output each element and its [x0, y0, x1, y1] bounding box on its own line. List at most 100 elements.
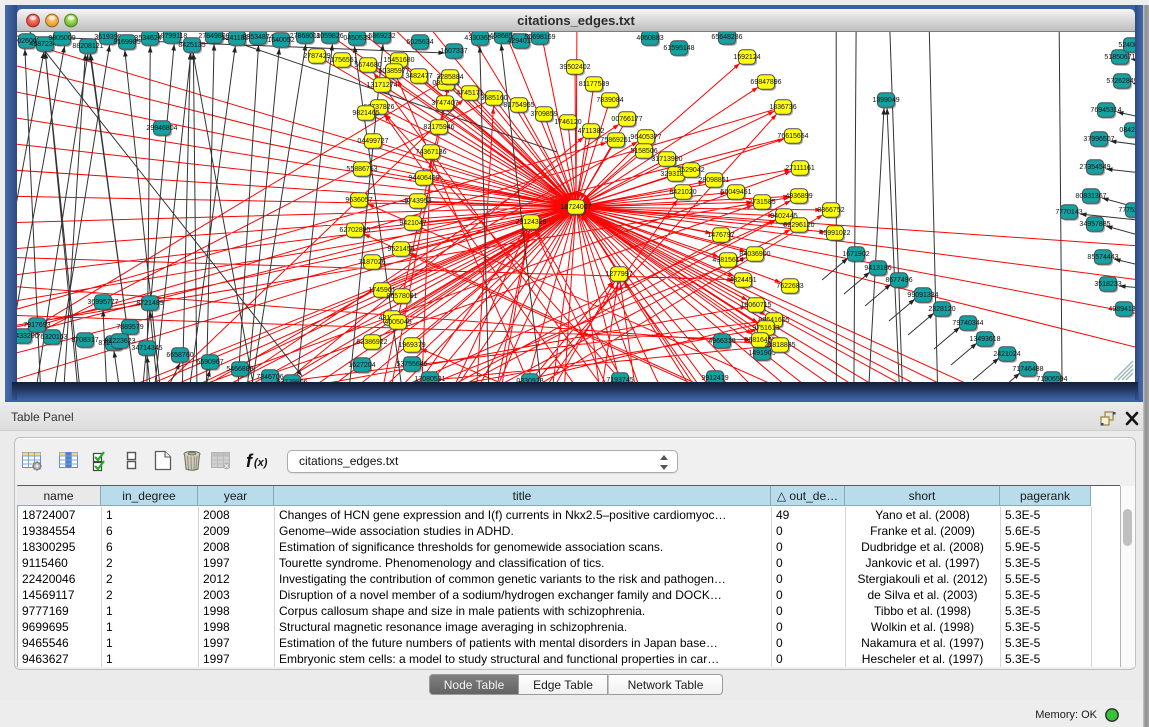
svg-text:02296120: 02296120	[783, 222, 814, 229]
svg-text:3709859: 3709859	[530, 111, 557, 118]
svg-text:17080531: 17080531	[414, 376, 445, 382]
svg-text:31713900: 31713900	[651, 156, 682, 163]
svg-text:3482477: 3482477	[405, 73, 432, 80]
svg-text:6025634: 6025634	[406, 39, 433, 46]
svg-text:04499727: 04499727	[357, 138, 388, 145]
svg-text:71756551: 71756551	[326, 57, 357, 64]
svg-text:f: f	[246, 451, 254, 471]
svg-text:84036900: 84036900	[739, 251, 770, 258]
svg-text:8366752: 8366752	[817, 207, 844, 214]
svg-text:65648236: 65648236	[711, 34, 742, 41]
svg-text:7770143: 7770143	[1055, 209, 1082, 216]
svg-text:43815614: 43815614	[712, 257, 743, 264]
svg-text:1671902: 1671902	[842, 251, 869, 258]
svg-text:18724007: 18724007	[560, 204, 591, 211]
svg-text:13171274: 13171274	[366, 82, 397, 89]
svg-text:27354549: 27354549	[1079, 164, 1110, 171]
svg-text:79740344: 79740344	[952, 320, 983, 327]
svg-text:8721489: 8721489	[136, 300, 163, 307]
svg-text:28098851: 28098851	[698, 177, 729, 184]
svg-text:55698169: 55698169	[524, 34, 555, 41]
svg-text:56049451: 56049451	[720, 189, 751, 196]
svg-text:3685160: 3685160	[480, 95, 507, 102]
svg-text:37996507: 37996507	[1083, 136, 1114, 143]
svg-text:1969379: 1969379	[398, 342, 425, 349]
svg-text:8059826: 8059826	[316, 33, 343, 40]
svg-text:34714345: 34714345	[131, 345, 162, 352]
svg-text:9413186: 9413186	[864, 265, 891, 272]
svg-text:75869261: 75869261	[600, 137, 631, 144]
svg-text:9743953: 9743953	[404, 198, 431, 205]
svg-text:1746120: 1746120	[554, 119, 581, 126]
svg-text:4324451: 4324451	[729, 277, 756, 284]
svg-text:49894134: 49894134	[1108, 306, 1135, 313]
svg-text:3518233: 3518233	[1094, 281, 1121, 288]
svg-text:1592124: 1592124	[733, 54, 760, 61]
svg-text:0450533: 0450533	[343, 35, 370, 42]
svg-text:4005045: 4005045	[384, 319, 411, 326]
svg-text:3747407: 3747407	[431, 100, 458, 107]
svg-text:8425135: 8425135	[178, 42, 205, 49]
svg-text:94406409: 94406409	[408, 175, 439, 182]
svg-text:77752047: 77752047	[1118, 207, 1135, 214]
svg-text:96405377: 96405377	[630, 134, 661, 141]
svg-text:1399049: 1399049	[872, 97, 899, 104]
svg-text:6658760: 6658760	[166, 352, 193, 359]
svg-text:16060715: 16060715	[740, 302, 771, 309]
svg-text:80831367: 80831367	[1075, 193, 1106, 200]
svg-text:36995777: 36995777	[87, 299, 118, 306]
svg-text:5158506: 5158506	[630, 148, 657, 155]
svg-text:9912419: 9912419	[701, 375, 728, 382]
svg-text:4060883: 4060883	[636, 35, 663, 42]
svg-text:81754965: 81754965	[503, 102, 534, 109]
svg-text:7839084: 7839084	[596, 97, 623, 104]
svg-text:13493618: 13493618	[969, 336, 1000, 343]
svg-text:85574443: 85574443	[1087, 254, 1118, 261]
svg-text:8421020: 8421020	[669, 189, 696, 196]
svg-text:(x): (x)	[254, 457, 268, 469]
svg-text:9421047: 9421047	[399, 220, 426, 227]
svg-text:2421024: 2421024	[993, 351, 1020, 358]
svg-text:5240824: 5240824	[1118, 42, 1135, 49]
svg-text:2328120: 2328120	[928, 306, 955, 313]
svg-text:1627204: 1627204	[348, 362, 375, 369]
svg-text:5466889: 5466889	[226, 366, 253, 373]
svg-text:00766177: 00766177	[611, 116, 642, 123]
svg-text:74367136: 74367136	[415, 149, 446, 156]
svg-text:4711382: 4711382	[578, 128, 605, 135]
svg-text:71906594: 71906594	[1036, 376, 1067, 382]
svg-text:10799118: 10799118	[157, 33, 188, 40]
svg-text:53755646: 53755646	[396, 361, 427, 368]
svg-text:8677496: 8677496	[885, 277, 912, 284]
svg-text:0330923: 0330923	[516, 378, 543, 382]
svg-text:9521456: 9521456	[387, 246, 414, 253]
svg-text:7622683: 7622683	[776, 283, 803, 290]
svg-text:1607337: 1607337	[440, 48, 467, 55]
svg-text:2731585: 2731585	[748, 199, 775, 206]
svg-text:1476797: 1476797	[707, 232, 734, 239]
svg-text:81177589: 81177589	[579, 81, 610, 88]
svg-text:61595148: 61595148	[663, 45, 694, 52]
svg-text:3285884: 3285884	[436, 74, 463, 81]
svg-text:62702895: 62702895	[339, 227, 370, 234]
svg-text:6690967: 6690967	[196, 359, 223, 366]
svg-text:99091334: 99091334	[907, 292, 938, 299]
svg-text:9821465: 9821465	[352, 110, 379, 117]
svg-text:9751613: 9751613	[752, 325, 779, 332]
svg-text:9805009: 9805009	[48, 35, 75, 42]
svg-text:62729806: 62729806	[276, 379, 307, 382]
svg-text:1491905: 1491905	[748, 350, 775, 357]
svg-text:8708317: 8708317	[71, 337, 98, 344]
svg-text:9636057: 9636057	[345, 197, 372, 204]
svg-text:15451680: 15451680	[383, 57, 414, 64]
svg-text:7917693: 7917693	[23, 322, 50, 329]
svg-text:51850671: 51850671	[1104, 54, 1135, 61]
svg-text:55886753: 55886753	[346, 166, 377, 173]
svg-text:1277997: 1277997	[605, 271, 632, 278]
svg-text:62386922: 62386922	[356, 339, 387, 346]
svg-text:5869232: 5869232	[368, 33, 395, 40]
svg-text:57262849: 57262849	[1106, 78, 1135, 85]
svg-text:69847896: 69847896	[750, 79, 781, 86]
svg-text:45991022: 45991022	[819, 230, 850, 237]
svg-text:4966319: 4966319	[708, 338, 735, 345]
